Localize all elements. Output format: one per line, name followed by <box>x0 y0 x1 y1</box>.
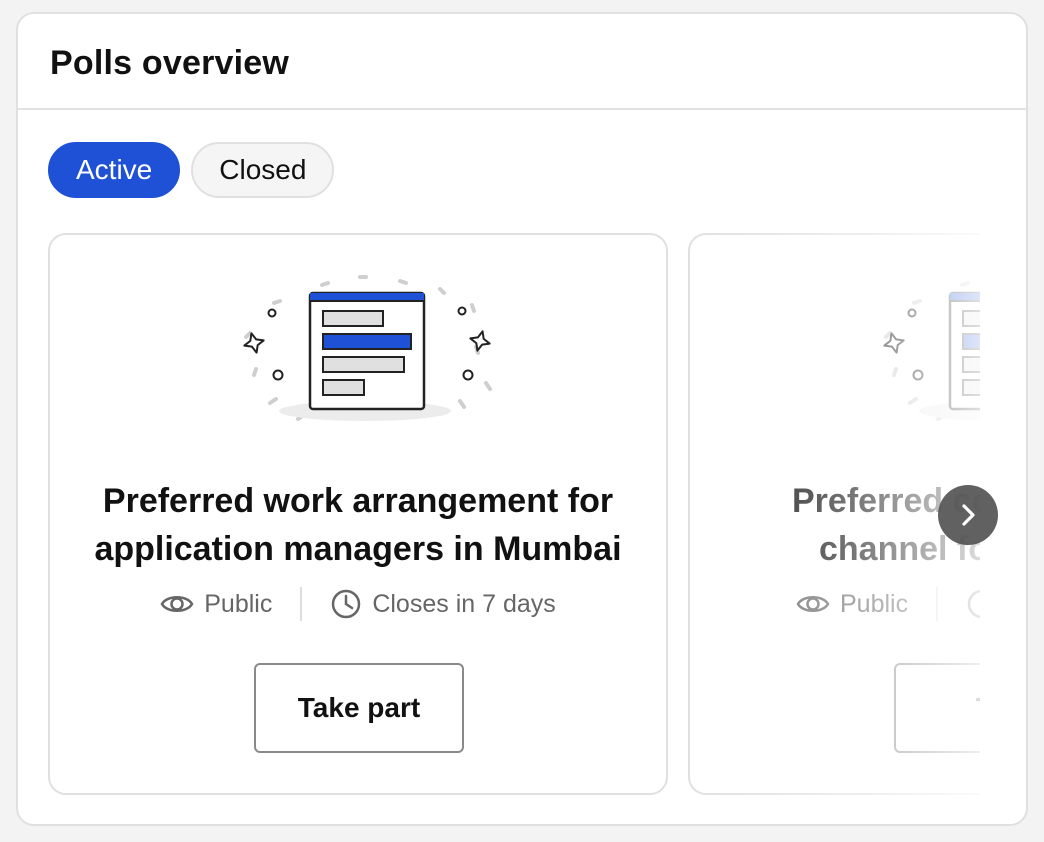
poll-title-line: application managers in Mumbai <box>94 530 622 568</box>
visibility-info: Public <box>796 590 908 619</box>
take-part-button[interactable]: Take part <box>254 663 464 753</box>
visibility-info: Public <box>160 590 272 619</box>
poll-title-line: Preferred work arrangement for <box>102 482 614 520</box>
eye-icon <box>796 596 830 612</box>
visibility-label: Public <box>204 589 273 618</box>
closing-info <box>966 588 980 620</box>
tab-closed[interactable]: Closed <box>191 142 335 198</box>
polls-carousel: Preferred work arrangement for applicati… <box>48 233 980 795</box>
clock-icon <box>332 589 361 619</box>
poll-status-tabs: Active Closed <box>48 142 335 198</box>
meta-divider <box>936 587 939 621</box>
closing-info: Closes in 7 days <box>330 588 556 620</box>
poll-card: Preferred work arrangement for applicati… <box>48 233 668 795</box>
chevron-right-icon <box>962 504 975 526</box>
poll-meta: Public Closes in 7 days <box>50 587 666 621</box>
panel-header: Polls overview <box>18 14 1026 110</box>
carousel-next-button[interactable] <box>938 485 998 545</box>
clock-icon <box>967 589 980 619</box>
panel-title: Polls overview <box>50 44 290 82</box>
polls-panel: Polls overview Active Closed Preferred w… <box>16 12 1028 826</box>
tab-active[interactable]: Active <box>48 142 181 198</box>
poll-title: Preferred work arrangement for applicati… <box>70 477 646 573</box>
eye-icon <box>160 596 194 612</box>
closing-label: Closes in 7 days <box>372 589 556 618</box>
take-part-button[interactable]: Tak <box>894 663 980 753</box>
poll-card: Preferred co channel fo Public <box>688 233 980 795</box>
poll-meta: Public <box>690 587 980 621</box>
meta-divider <box>300 587 303 621</box>
poll-illustration <box>883 281 980 421</box>
visibility-label: Public <box>840 589 909 618</box>
poll-illustration <box>243 275 492 421</box>
